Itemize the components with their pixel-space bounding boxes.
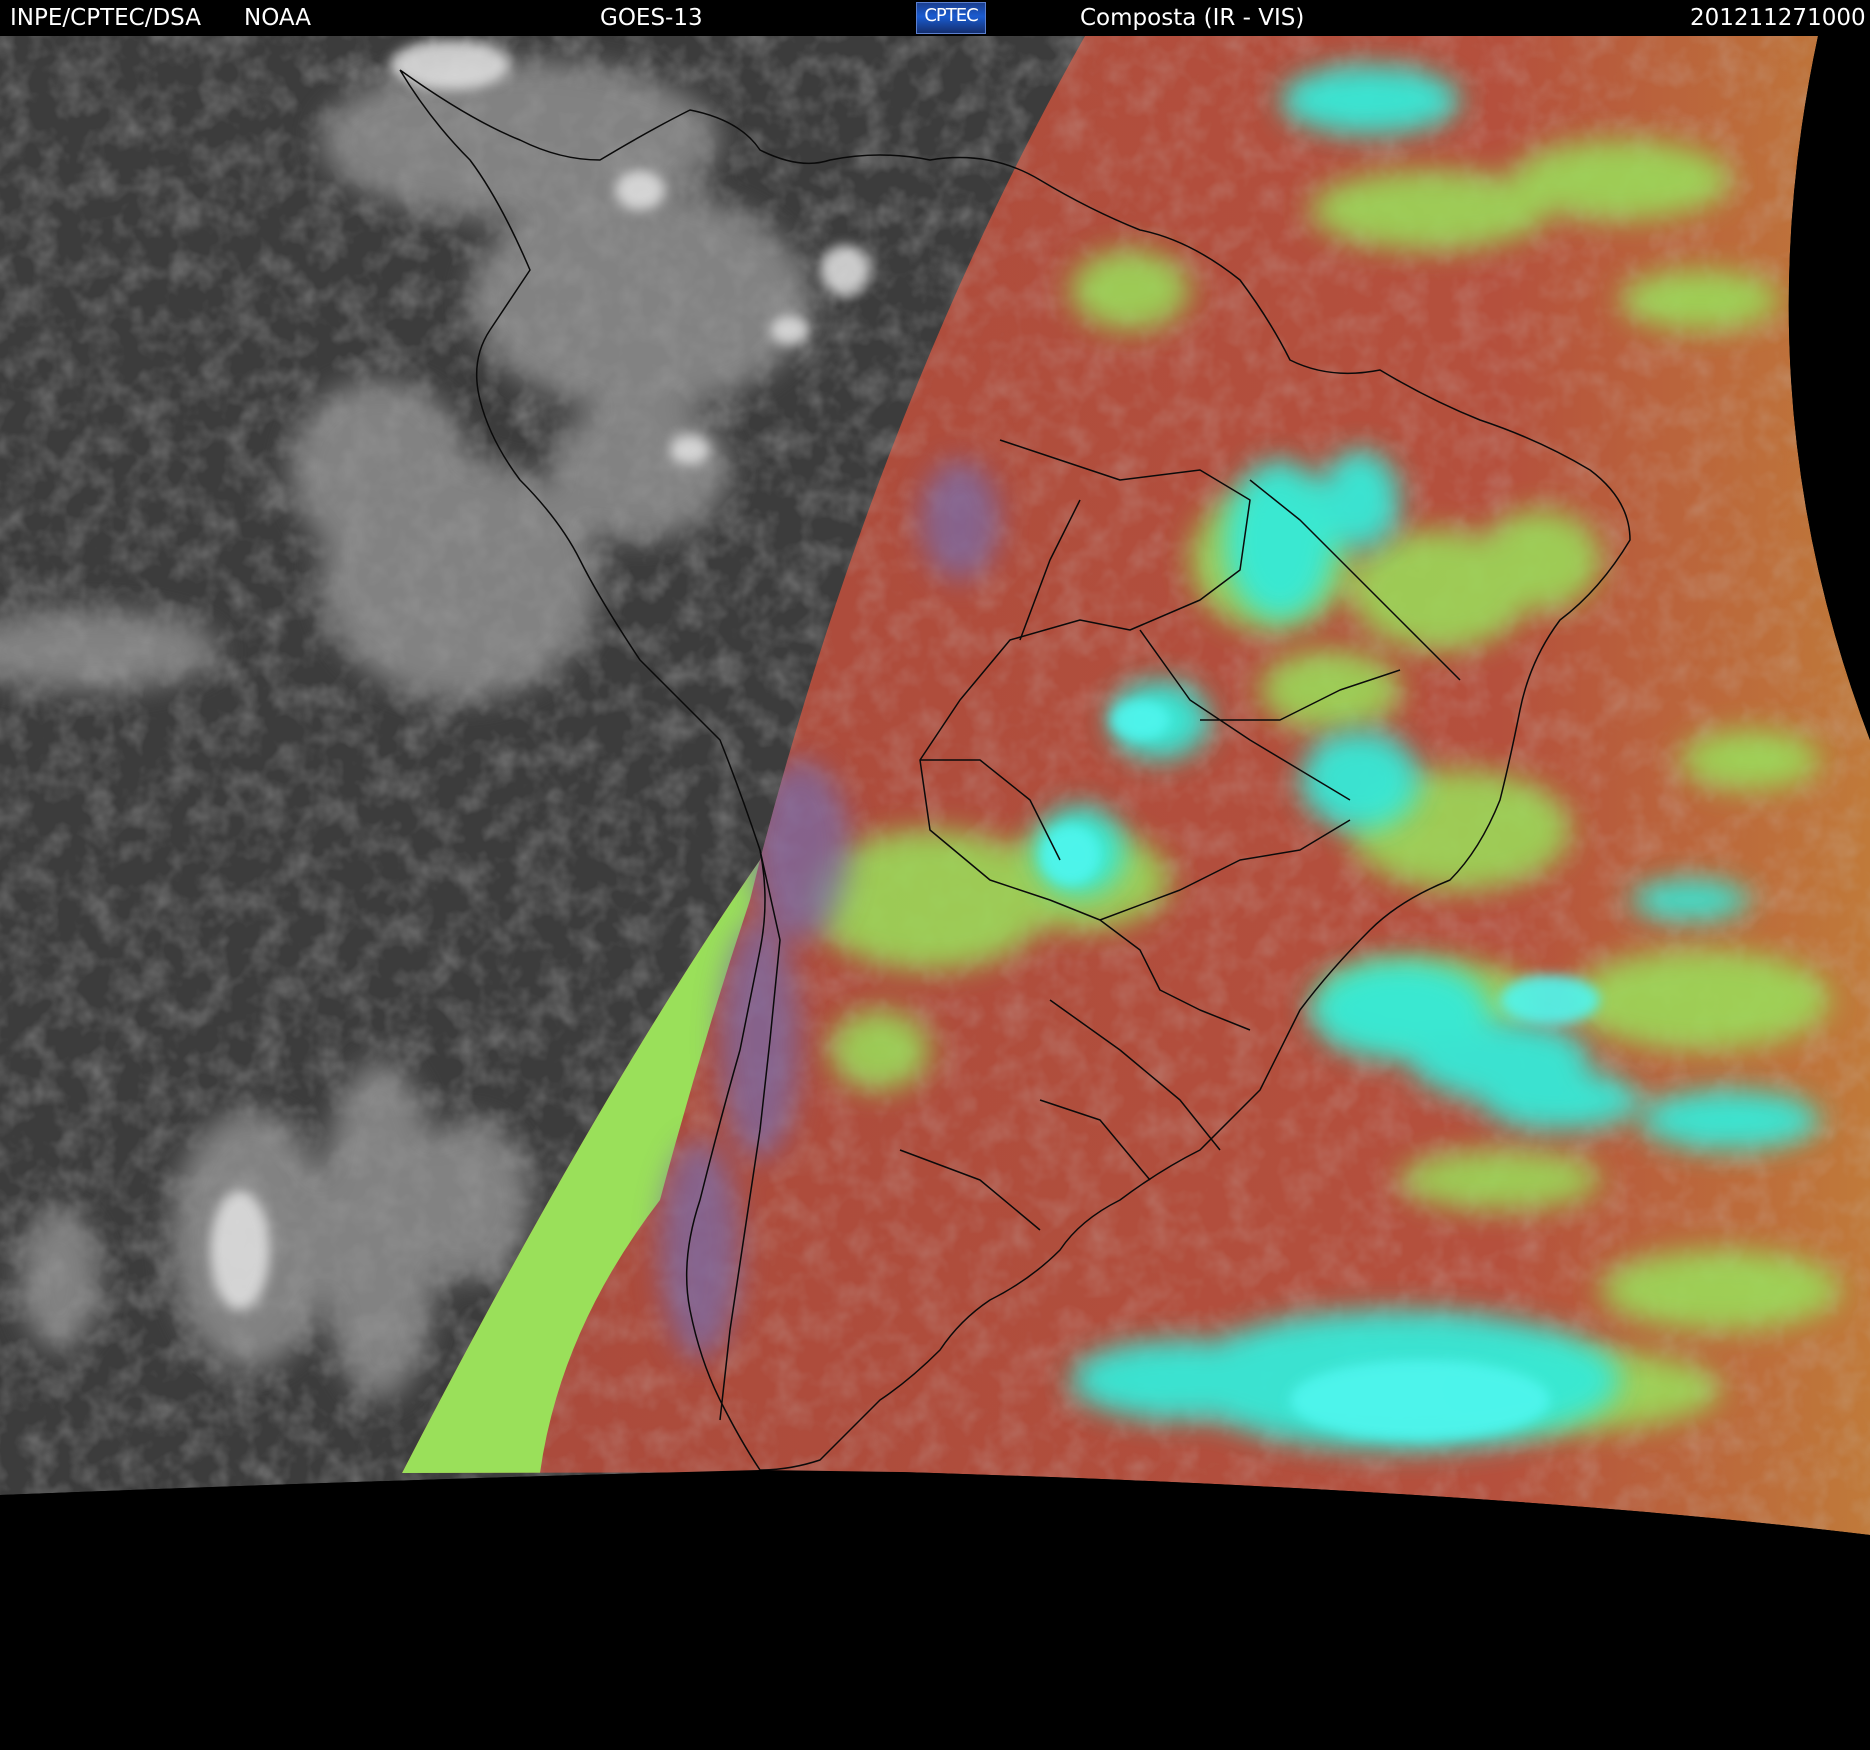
cptec-logo: CPTEC xyxy=(916,2,986,34)
product-label: Composta (IR - VIS) xyxy=(1080,5,1305,31)
space-bottom xyxy=(0,1470,1870,1750)
partner-label: NOAA xyxy=(244,5,312,31)
timestamp-label: 201211271000 xyxy=(1690,5,1866,31)
agency-label: INPE/CPTEC/DSA xyxy=(10,5,201,31)
image-header-bar: INPE/CPTEC/DSA NOAA GOES-13 CPTEC Compos… xyxy=(0,0,1870,36)
satellite-composite-map xyxy=(0,36,1870,1750)
satellite-image-viewer: INPE/CPTEC/DSA NOAA GOES-13 CPTEC Compos… xyxy=(0,0,1870,1750)
satellite-label: GOES-13 xyxy=(600,5,703,31)
